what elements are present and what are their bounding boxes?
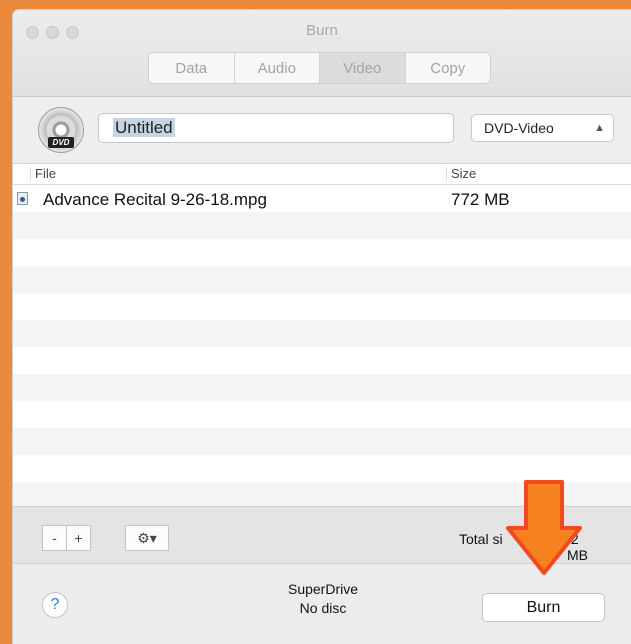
- window-title: Burn: [306, 22, 338, 39]
- total-size-label: Total si: [459, 531, 503, 547]
- help-button[interactable]: ?: [42, 592, 68, 618]
- title-bar: Burn Data Audio Video Copy: [13, 10, 631, 97]
- remove-item-button[interactable]: -: [42, 525, 67, 551]
- chevron-updown-icon: ▲: [594, 122, 605, 134]
- dvd-disc-icon: DVD: [38, 107, 84, 153]
- list-item[interactable]: Advance Recital 9-26-18.mpg 772 MB: [13, 185, 631, 212]
- disc-name-field[interactable]: Untitled: [98, 113, 454, 143]
- empty-row: [13, 401, 631, 428]
- tab-audio[interactable]: Audio: [235, 53, 320, 83]
- drive-disc-status: No disc: [299, 600, 347, 616]
- disc-name-value: Untitled: [113, 118, 175, 137]
- drive-name: SuperDrive: [287, 581, 359, 597]
- gear-menu-button[interactable]: ⚙▾: [125, 525, 169, 551]
- list-header: File Size: [13, 164, 631, 185]
- burn-button[interactable]: Burn: [482, 593, 605, 622]
- video-file-icon: [17, 192, 28, 205]
- empty-row: [13, 293, 631, 320]
- empty-row: [13, 320, 631, 347]
- file-list[interactable]: File Size Advance Recital 9-26-18.mpg 77…: [13, 163, 631, 509]
- tab-video[interactable]: Video: [320, 53, 406, 83]
- empty-row: [13, 266, 631, 293]
- file-name: Advance Recital 9-26-18.mpg: [43, 190, 267, 209]
- column-header-size[interactable]: Size: [451, 166, 476, 181]
- mode-tabs: Data Audio Video Copy: [148, 52, 491, 84]
- dvd-badge: DVD: [48, 137, 74, 148]
- drive-status: SuperDrive No disc: [253, 580, 393, 618]
- tab-data[interactable]: Data: [149, 53, 235, 83]
- down-arrow-annotation-icon: [506, 480, 582, 575]
- empty-row: [13, 212, 631, 239]
- empty-row: [13, 428, 631, 455]
- format-select[interactable]: DVD-Video ▲: [471, 114, 614, 142]
- format-select-value: DVD-Video: [484, 120, 554, 136]
- file-size: 772 MB: [451, 190, 510, 209]
- add-item-button[interactable]: +: [66, 525, 91, 551]
- total-size: Total si .2 MB: [459, 531, 588, 563]
- tab-copy[interactable]: Copy: [406, 53, 491, 83]
- empty-row: [13, 455, 631, 482]
- empty-row: [13, 239, 631, 266]
- column-header-file[interactable]: File: [35, 166, 56, 181]
- empty-row: [13, 374, 631, 401]
- empty-row: [13, 347, 631, 374]
